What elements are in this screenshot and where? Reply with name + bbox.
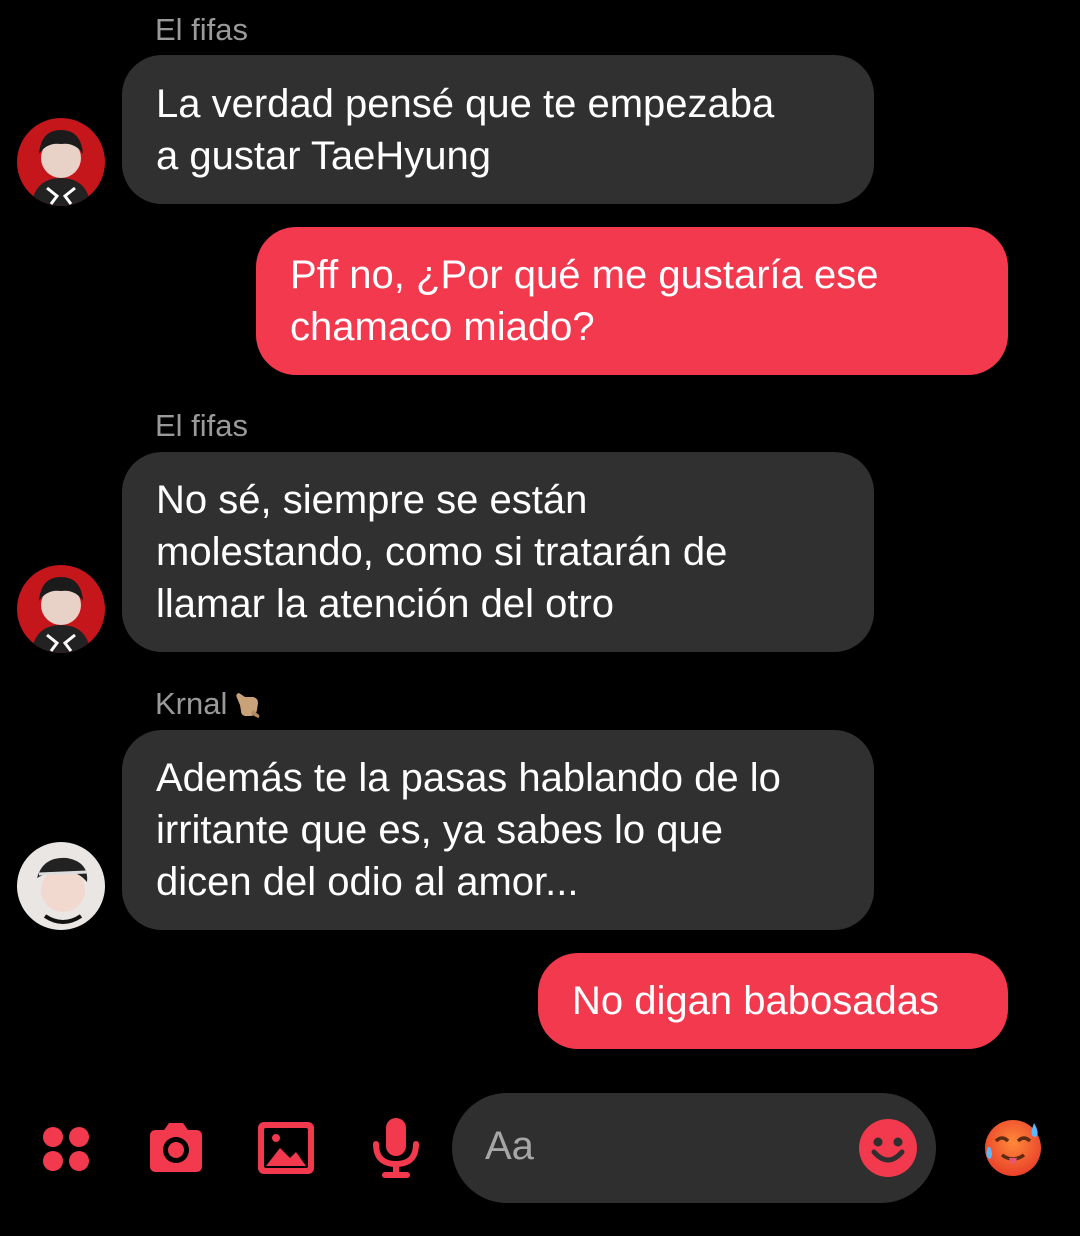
- sender-name: El fifas: [155, 12, 249, 47]
- message-bubble-outgoing[interactable]: No digan babosadas: [538, 953, 1008, 1049]
- call-me-hand-icon: [231, 688, 263, 720]
- message-bubble-outgoing[interactable]: Pff no, ¿Por qué me gustaría ese chamaco…: [256, 227, 1008, 375]
- camera-icon[interactable]: [144, 1116, 208, 1180]
- emoji-smile-icon[interactable]: [858, 1118, 918, 1178]
- message-text: Pff no, ¿Por qué me gustaría ese chamaco…: [290, 253, 879, 349]
- image-icon[interactable]: [254, 1116, 318, 1180]
- message-input[interactable]: Aa: [452, 1093, 936, 1203]
- message-bubble-incoming[interactable]: La verdad pensé que te empezaba a gustar…: [122, 55, 874, 204]
- avatar[interactable]: [17, 118, 105, 206]
- avatar[interactable]: [17, 565, 105, 653]
- message-text: No sé, siempre se están molestando, como…: [156, 478, 728, 626]
- message-text: No digan babosadas: [572, 979, 939, 1023]
- apps-icon[interactable]: [34, 1116, 98, 1180]
- message-text: Además te la pasas hablando de lo irrita…: [156, 756, 781, 904]
- sender-name: Krnal: [155, 686, 263, 722]
- message-input-placeholder: Aa: [485, 1124, 534, 1168]
- sender-name: El fifas: [155, 408, 249, 443]
- message-bubble-incoming[interactable]: No sé, siempre se están molestando, como…: [122, 452, 874, 652]
- message-bubble-incoming[interactable]: Además te la pasas hablando de lo irrita…: [122, 730, 874, 930]
- hot-face-emoji-icon[interactable]: [982, 1117, 1044, 1179]
- avatar[interactable]: [17, 842, 105, 930]
- message-text: La verdad pensé que te empezaba a gustar…: [156, 81, 775, 178]
- microphone-icon[interactable]: [364, 1116, 428, 1180]
